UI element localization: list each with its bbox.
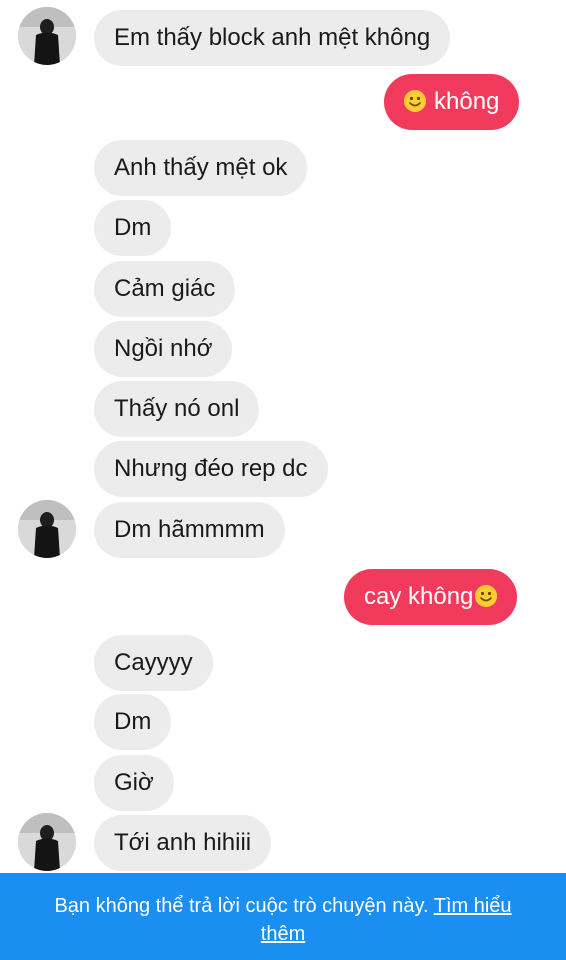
contact-avatar[interactable]: [18, 813, 76, 871]
message-bubble[interactable]: Dm hãmmmm: [94, 502, 285, 558]
contact-avatar[interactable]: [18, 7, 76, 65]
message-bubble[interactable]: Dm: [94, 200, 172, 256]
message-bubble[interactable]: Anh thấy mệt ok: [94, 140, 308, 196]
message-bubble[interactable]: Thấy nó onl: [94, 381, 260, 437]
message-bubble[interactable]: Tới anh hihiii: [94, 815, 272, 871]
message-bubble[interactable]: Ngồi nhớ: [94, 321, 233, 377]
smiling-face-emoji-icon: [404, 89, 426, 112]
contact-avatar[interactable]: [18, 500, 76, 558]
message-text: không: [434, 88, 500, 115]
smiling-face-emoji-icon: [475, 584, 498, 607]
message-text: cay không: [364, 583, 474, 610]
message-bubble[interactable]: Giờ: [94, 755, 174, 811]
message-bubble[interactable]: Nhưng đéo rep dc: [94, 441, 328, 497]
message-bubble-outgoing[interactable]: không: [384, 74, 520, 130]
cannot-reply-banner: Bạn không thể trả lời cuộc trò chuyện nà…: [0, 873, 566, 960]
message-bubble[interactable]: Cayyyy: [94, 635, 213, 691]
message-bubble[interactable]: Dm: [94, 694, 172, 750]
message-bubble[interactable]: Cảm giác: [94, 261, 236, 317]
cannot-reply-text: Bạn không thể trả lời cuộc trò chuyện nà…: [54, 895, 429, 917]
message-bubble[interactable]: Em thấy block anh mệt không: [94, 10, 451, 66]
message-bubble-outgoing[interactable]: cay không: [344, 569, 518, 625]
